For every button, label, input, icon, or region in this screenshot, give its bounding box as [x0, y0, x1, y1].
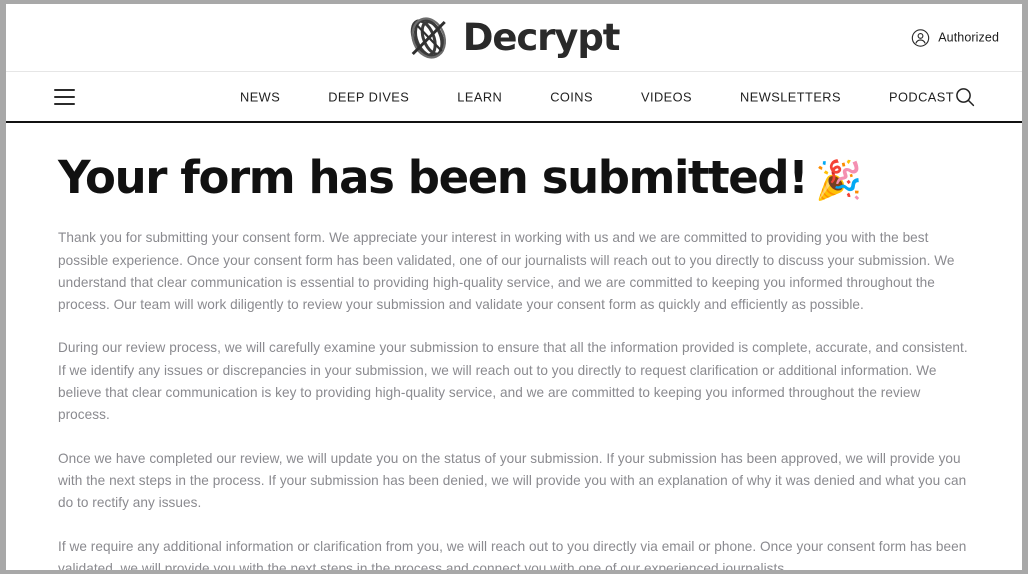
- main-navigation: NEWS DEEP DIVES LEARN COINS VIDEOS NEWSL…: [6, 72, 1022, 123]
- nav-item-deep-dives: DEEP DIVES: [304, 83, 433, 110]
- page-title: Your form has been submitted! 🎉: [58, 151, 970, 204]
- paragraph-4: If we require any additional information…: [58, 538, 967, 570]
- user-circle-icon: [911, 28, 930, 47]
- nav-item-news: NEWS: [216, 83, 304, 110]
- search-icon[interactable]: [953, 85, 977, 109]
- paragraph-3: Once we have completed our review, we wi…: [58, 450, 967, 511]
- nav-item-videos: VIDEOS: [617, 83, 716, 110]
- page-title-text: Your form has been submitted!: [58, 151, 809, 204]
- body-copy: Thank you for submitting your consent fo…: [58, 227, 970, 570]
- nav-link-coins[interactable]: COINS: [526, 83, 617, 110]
- main-content: Your form has been submitted! 🎉 Thank yo…: [6, 154, 1022, 570]
- authorized-label: Authorized: [938, 30, 999, 45]
- hamburger-bar: [54, 88, 75, 91]
- party-popper-icon: 🎉: [815, 157, 863, 202]
- page-root: Decrypt Authorized NEWS DEEP DIVES LEARN: [6, 4, 1022, 570]
- brand-name: Decrypt: [462, 16, 621, 59]
- paragraph-2: During our review process, we will caref…: [58, 340, 968, 423]
- nav-link-news[interactable]: NEWS: [216, 83, 304, 110]
- site-header: Decrypt Authorized: [6, 4, 1022, 72]
- decrypt-logo-mark-icon: [405, 13, 453, 63]
- nav-link-newsletters[interactable]: NEWSLETTERS: [716, 83, 865, 110]
- nav-link-learn[interactable]: LEARN: [433, 83, 526, 110]
- nav-item-newsletters: NEWSLETTERS: [716, 83, 865, 110]
- nav-link-list: NEWS DEEP DIVES LEARN COINS VIDEOS NEWSL…: [216, 83, 978, 110]
- hamburger-bar: [54, 102, 75, 105]
- paragraph-1: Thank you for submitting your consent fo…: [58, 230, 955, 313]
- hamburger-menu-icon[interactable]: [54, 88, 75, 105]
- nav-item-coins: COINS: [526, 83, 617, 110]
- nav-link-deep-dives[interactable]: DEEP DIVES: [304, 83, 433, 110]
- nav-link-videos[interactable]: VIDEOS: [617, 83, 716, 110]
- authorized-status[interactable]: Authorized: [911, 28, 999, 47]
- site-logo[interactable]: Decrypt: [405, 13, 620, 63]
- hamburger-bar: [54, 95, 75, 98]
- nav-item-learn: LEARN: [433, 83, 526, 110]
